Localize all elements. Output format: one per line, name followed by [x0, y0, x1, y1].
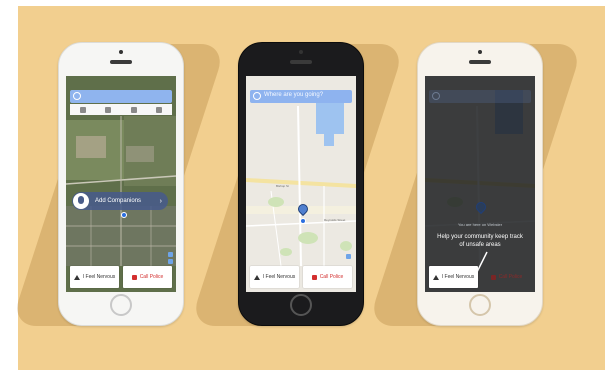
police-icon — [131, 274, 137, 280]
street-label: Reynolds Street — [324, 218, 346, 222]
street-label: Bishop St — [276, 184, 289, 188]
user-avatar-icon — [73, 193, 89, 209]
home-button[interactable] — [469, 294, 491, 316]
phone-white: Add Companions › I Feel Nervous Call Pol… — [58, 42, 184, 326]
warning-icon — [253, 274, 260, 280]
call-police-label: Call Police — [319, 274, 344, 280]
current-location-dot — [300, 218, 306, 224]
warning-icon — [73, 274, 80, 280]
home-button[interactable] — [290, 294, 312, 316]
earpiece-speaker — [110, 60, 132, 64]
i-feel-nervous-label: I Feel Nervous — [262, 274, 296, 280]
front-camera — [299, 50, 303, 54]
action-buttons: I Feel Nervous Call Police — [250, 266, 352, 288]
earpiece-speaker — [469, 60, 491, 64]
call-police-button[interactable]: Call Police — [303, 266, 352, 288]
home-button[interactable] — [110, 294, 132, 316]
add-companions-button[interactable]: Add Companions › — [72, 192, 168, 210]
phone-3-screen: You are here on Webster Help your commun… — [425, 76, 535, 292]
i-feel-nervous-label: I Feel Nervous — [82, 274, 116, 280]
map-control-icon[interactable] — [346, 254, 351, 259]
action-buttons: I Feel Nervous Call Police — [429, 266, 531, 288]
phone-2-screen: Where are you going? Reynolds Street Bis… — [246, 76, 356, 292]
bike-icon[interactable] — [130, 106, 137, 113]
car-icon[interactable] — [105, 106, 112, 113]
current-location-dot — [121, 212, 127, 218]
mockup-stage: Add Companions › I Feel Nervous Call Pol… — [10, 6, 605, 370]
phone-gold: You are here on Webster Help your commun… — [417, 42, 543, 326]
call-police-label: Call Police — [498, 274, 523, 280]
front-camera — [119, 50, 123, 54]
i-feel-nervous-button[interactable]: I Feel Nervous — [429, 266, 478, 288]
police-icon — [490, 274, 496, 280]
search-icon — [73, 92, 81, 100]
walk-icon[interactable] — [79, 106, 86, 113]
street-map[interactable] — [246, 76, 356, 292]
i-feel-nervous-button[interactable]: I Feel Nervous — [70, 266, 119, 288]
warning-icon — [432, 274, 439, 280]
phone-1-screen: Add Companions › I Feel Nervous Call Pol… — [66, 76, 176, 292]
search-bar[interactable] — [70, 90, 172, 103]
call-police-button: Call Police — [482, 266, 531, 288]
front-camera — [478, 50, 482, 54]
i-feel-nervous-button[interactable]: I Feel Nervous — [250, 266, 299, 288]
chevron-right-icon: › — [159, 197, 162, 205]
add-companions-label: Add Companions — [95, 198, 142, 204]
action-buttons: I Feel Nervous Call Police — [70, 266, 172, 288]
phone-black: Where are you going? Reynolds Street Bis… — [238, 42, 364, 326]
call-police-label: Call Police — [139, 274, 164, 280]
transit-icon[interactable] — [156, 106, 163, 113]
search-icon — [253, 92, 261, 100]
transport-mode-bar — [70, 104, 172, 115]
search-placeholder: Where are you going? — [264, 92, 324, 98]
i-feel-nervous-label: I Feel Nervous — [441, 274, 475, 280]
arrow-icon — [474, 251, 488, 277]
call-police-button[interactable]: Call Police — [123, 266, 172, 288]
map-control-icon[interactable] — [168, 252, 173, 257]
search-bar[interactable]: Where are you going? — [250, 90, 352, 103]
map-control-icon[interactable] — [168, 259, 173, 264]
police-icon — [311, 274, 317, 280]
earpiece-speaker — [290, 60, 312, 64]
